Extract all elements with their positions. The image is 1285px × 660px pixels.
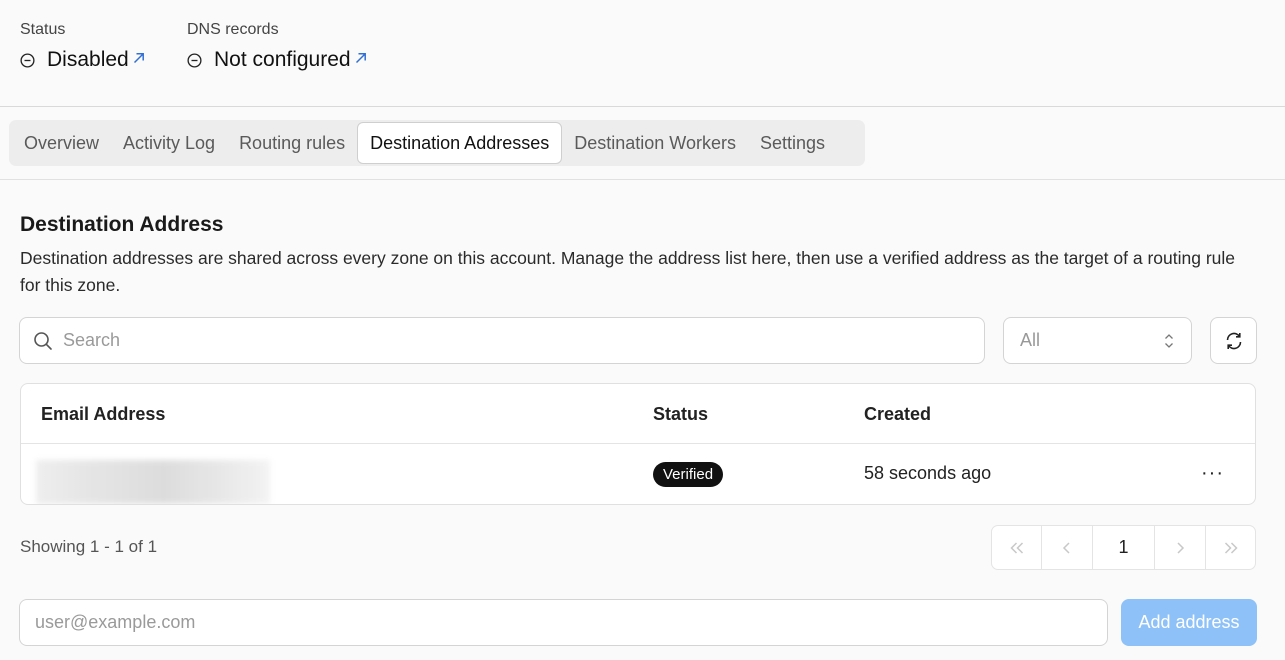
external-link-icon: [355, 53, 366, 64]
search-icon: [34, 331, 52, 350]
next-page-button[interactable]: [1155, 526, 1206, 569]
status-block: Status Disabled: [20, 21, 146, 72]
addresses-table: Email Address Status Created Verified 58…: [20, 383, 1256, 505]
column-status: Status: [653, 404, 709, 424]
status-value: Disabled: [47, 48, 129, 71]
status-label: Status: [20, 21, 66, 38]
more-actions-button[interactable]: ···: [1201, 462, 1224, 484]
status-value-link[interactable]: Disabled: [20, 48, 146, 72]
last-page-button[interactable]: [1206, 526, 1255, 569]
status-filter-value: All: [1020, 330, 1041, 350]
column-created: Created: [864, 404, 932, 424]
dns-value-link[interactable]: Not configured: [187, 48, 368, 72]
add-address-button[interactable]: Add address: [1121, 599, 1257, 646]
tabs-bar: Overview Activity Log Routing rules Dest…: [0, 108, 1285, 180]
dns-value: Not configured: [214, 48, 351, 71]
created-time: 58 seconds ago: [864, 463, 992, 483]
first-page-button[interactable]: [992, 526, 1042, 569]
tab-list: Overview Activity Log Routing rules Dest…: [9, 120, 865, 166]
previous-page-button[interactable]: [1042, 526, 1093, 569]
pagination: 1: [991, 525, 1256, 570]
dns-block: DNS records Not configured: [187, 21, 368, 72]
external-link-icon: [133, 53, 144, 64]
chevron-right-icon: [1177, 541, 1185, 554]
tab-routing-rules[interactable]: Routing rules: [227, 122, 357, 164]
section-description: Destination addresses are shared across …: [20, 248, 1236, 295]
status-filter-select[interactable]: All: [1003, 317, 1192, 364]
minus-circle-icon: [187, 52, 202, 68]
zone-header: Status Disabled DNS records Not configur…: [0, 0, 1285, 107]
refresh-icon: [1226, 332, 1241, 349]
tab-settings[interactable]: Settings: [748, 122, 837, 164]
search-input[interactable]: [63, 330, 943, 351]
search-box[interactable]: [19, 317, 985, 364]
section-title: Destination Address: [20, 213, 224, 236]
tab-destination-workers[interactable]: Destination Workers: [562, 122, 748, 164]
table-row: Verified 58 seconds ago ···: [21, 444, 1255, 504]
refresh-button[interactable]: [1210, 317, 1257, 364]
column-email: Email Address: [41, 404, 166, 424]
minus-circle-icon: [20, 52, 35, 68]
new-address-field[interactable]: [19, 599, 1108, 646]
status-badge: Verified: [653, 462, 724, 487]
chevron-left-icon: [1062, 541, 1070, 554]
tab-destination-addresses[interactable]: Destination Addresses: [357, 122, 563, 164]
table-header: Email Address Status Created: [21, 384, 1255, 444]
tab-activity-log[interactable]: Activity Log: [111, 122, 227, 164]
dns-label: DNS records: [187, 21, 279, 38]
chevrons-right-icon: [1224, 541, 1238, 554]
chevron-up-down-icon: [1165, 333, 1173, 348]
chevrons-left-icon: [1009, 541, 1023, 554]
pagination-summary: Showing 1 - 1 of 1: [20, 537, 158, 556]
tab-overview[interactable]: Overview: [12, 122, 111, 164]
redacted-email: [36, 460, 270, 504]
page-1-button[interactable]: 1: [1093, 526, 1155, 569]
new-address-input[interactable]: [35, 612, 1085, 633]
